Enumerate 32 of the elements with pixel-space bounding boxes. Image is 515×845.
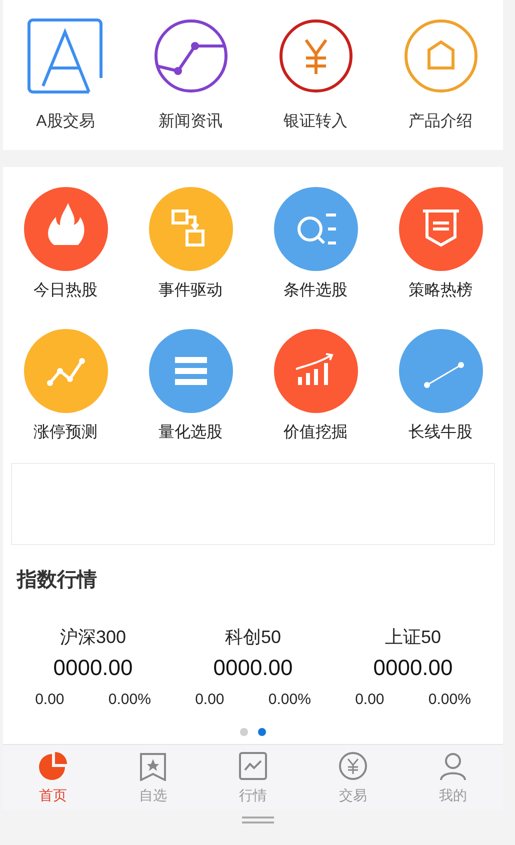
feature-item[interactable]: 事件驱动 xyxy=(148,187,232,303)
feature-item[interactable]: 涨停预测 xyxy=(24,329,108,445)
index-value: 0000.00 xyxy=(373,654,453,682)
pie-chart-icon xyxy=(38,750,68,780)
service-item[interactable]: 新闻资讯 xyxy=(152,18,228,134)
feature-item[interactable]: 策略热榜 xyxy=(398,187,482,303)
service-item[interactable]: 产品介绍 xyxy=(402,18,478,134)
service-item[interactable]: 银证转入 xyxy=(278,18,354,134)
drag-handle-icon[interactable] xyxy=(242,816,274,824)
index-value: 0000.00 xyxy=(53,654,133,682)
index-change: 0.00 xyxy=(35,690,64,710)
feature-item[interactable]: 量化选股 xyxy=(148,329,232,445)
index-name: 科创50 xyxy=(224,626,282,649)
index-name: 上证50 xyxy=(384,626,442,649)
section-title: 指数行情 xyxy=(16,568,98,593)
yen-circle-icon xyxy=(338,750,368,780)
service-item[interactable]: A股交易 xyxy=(26,18,104,134)
feature-item[interactable]: 长线牛股 xyxy=(398,329,482,445)
feature-item[interactable]: 条件选股 xyxy=(274,187,358,303)
index-value: 0000.00 xyxy=(213,654,293,682)
star-bookmark-icon xyxy=(138,750,168,780)
feature-item[interactable]: 价值挖掘 xyxy=(274,329,358,445)
index-percent: 0.00% xyxy=(108,690,151,710)
index-percent: 0.00% xyxy=(428,690,471,710)
index-percent: 0.00% xyxy=(268,690,311,710)
feature-item[interactable]: 今日热股 xyxy=(24,187,108,303)
person-icon xyxy=(438,750,468,780)
tab-item[interactable]: 首页 xyxy=(3,750,103,806)
chart-frame-icon xyxy=(238,750,268,780)
index-change: 0.00 xyxy=(195,690,224,710)
index-change: 0.00 xyxy=(355,690,384,710)
index-name: 沪深300 xyxy=(60,626,126,649)
